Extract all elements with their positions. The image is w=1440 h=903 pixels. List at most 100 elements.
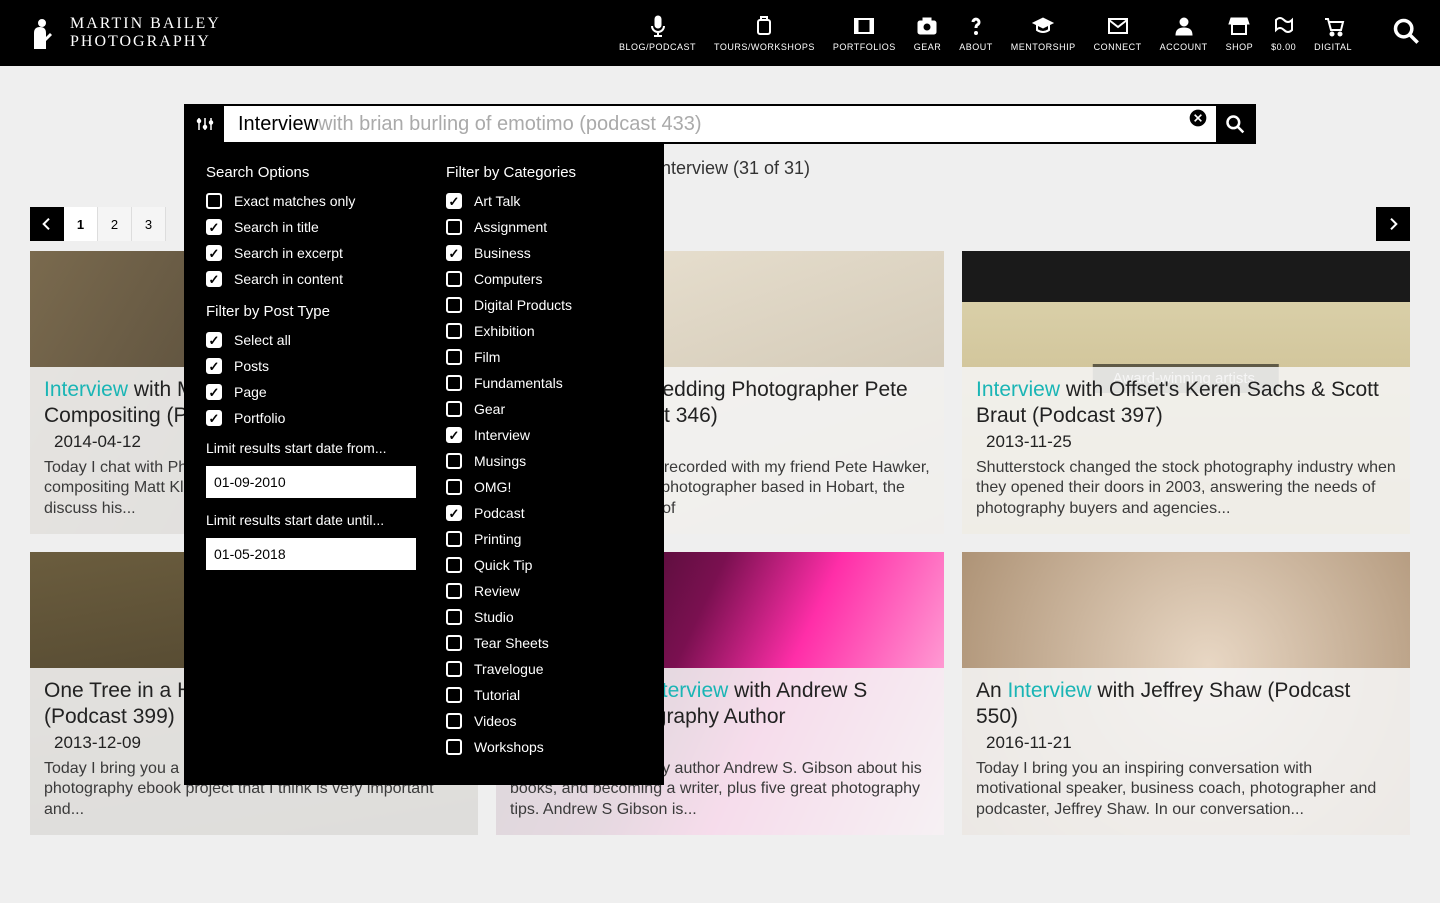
nav-item-about[interactable]: ABOUT — [959, 14, 993, 52]
category-omg-[interactable]: OMG! — [446, 479, 642, 495]
category-musings[interactable]: Musings — [446, 453, 642, 469]
checkbox-icon — [446, 505, 462, 521]
checkbox-icon — [446, 713, 462, 729]
checkbox-icon — [446, 453, 462, 469]
post-type-portfolio[interactable]: Portfolio — [206, 410, 402, 426]
checkbox-icon — [446, 297, 462, 313]
post-type-select-all[interactable]: Select all — [206, 332, 402, 348]
nav-item-label: SHOP — [1226, 42, 1254, 52]
nav-item--0-00[interactable]: $0.00 — [1271, 14, 1296, 52]
mail-icon — [1106, 14, 1130, 38]
search-bar: Interview with brian burling of emotimo … — [184, 104, 1256, 144]
checkbox-label: Assignment — [474, 219, 547, 235]
sliders-icon — [196, 115, 214, 133]
date-from-input[interactable] — [206, 466, 416, 498]
category-tear-sheets[interactable]: Tear Sheets — [446, 635, 642, 651]
checkbox-label: Printing — [474, 531, 521, 547]
checkbox-label: Business — [474, 245, 531, 261]
search-option-exact-matches-only[interactable]: Exact matches only — [206, 193, 402, 209]
checkbox-icon — [446, 635, 462, 651]
nav-item-digital[interactable]: DIGITAL — [1314, 14, 1352, 52]
search-option-search-in-content[interactable]: Search in content — [206, 271, 402, 287]
checkbox-icon — [446, 271, 462, 287]
checkbox-icon — [206, 332, 222, 348]
nav-item-portfolios[interactable]: PORTFOLIOS — [833, 14, 896, 52]
nav-item-tours-workshops[interactable]: TOURS/WORKSHOPS — [714, 14, 815, 52]
nav-item-label: BLOG/PODCAST — [619, 42, 696, 52]
nav-item-shop[interactable]: SHOP — [1226, 14, 1254, 52]
nav-item-blog-podcast[interactable]: BLOG/PODCAST — [619, 14, 696, 52]
checkbox-icon — [446, 349, 462, 365]
category-travelogue[interactable]: Travelogue — [446, 661, 642, 677]
nav-item-gear[interactable]: GEAR — [914, 14, 942, 52]
nav-item-mentorship[interactable]: MENTORSHIP — [1011, 14, 1076, 52]
pagination-page-1[interactable]: 1 — [64, 207, 98, 241]
checkbox-label: Travelogue — [474, 661, 544, 677]
date-until-input[interactable] — [206, 538, 416, 570]
checkbox-label: Videos — [474, 713, 517, 729]
pagination-next-button[interactable] — [1376, 207, 1410, 241]
category-computers[interactable]: Computers — [446, 271, 642, 287]
checkbox-icon — [446, 401, 462, 417]
category-assignment[interactable]: Assignment — [446, 219, 642, 235]
pagination-page-2[interactable]: 2 — [98, 207, 132, 241]
category-exhibition[interactable]: Exhibition — [446, 323, 642, 339]
category-tutorial[interactable]: Tutorial — [446, 687, 642, 703]
site-header: MARTIN BAILEY PHOTOGRAPHY BLOG/PODCAST TO… — [0, 0, 1440, 66]
search-input[interactable]: Interview with brian burling of emotimo … — [224, 106, 1186, 142]
card-title: Interview with Offset's Keren Sachs & Sc… — [976, 377, 1396, 430]
search-typed-text: Interview — [238, 113, 318, 136]
category-interview[interactable]: Interview — [446, 427, 642, 443]
card-title: An Interview with Jeffrey Shaw (Podcast … — [976, 678, 1396, 731]
result-card[interactable]: An Interview with Jeffrey Shaw (Podcast … — [962, 552, 1410, 835]
category-gear[interactable]: Gear — [446, 401, 642, 417]
checkbox-icon — [206, 219, 222, 235]
film-icon — [852, 14, 876, 38]
category-quick-tip[interactable]: Quick Tip — [446, 557, 642, 573]
site-logo[interactable]: MARTIN BAILEY PHOTOGRAPHY — [20, 13, 221, 53]
clear-search-button[interactable] — [1186, 106, 1210, 130]
checkbox-icon — [446, 323, 462, 339]
post-type-page[interactable]: Page — [206, 384, 402, 400]
filter-toggle-button[interactable] — [186, 106, 224, 142]
nav-item-connect[interactable]: CONNECT — [1094, 14, 1142, 52]
checkbox-icon — [446, 479, 462, 495]
post-type-heading: Filter by Post Type — [206, 303, 402, 320]
checkbox-icon — [446, 427, 462, 443]
checkbox-icon — [446, 739, 462, 755]
pagination-prev-button[interactable] — [30, 207, 64, 241]
checkbox-label: Art Talk — [474, 193, 520, 209]
nav-item-label: GEAR — [914, 42, 942, 52]
category-printing[interactable]: Printing — [446, 531, 642, 547]
category-review[interactable]: Review — [446, 583, 642, 599]
checkbox-label: Exact matches only — [234, 193, 355, 209]
logo-text: MARTIN BAILEY PHOTOGRAPHY — [70, 15, 221, 50]
search-submit-button[interactable] — [1216, 106, 1254, 142]
checkbox-icon — [206, 384, 222, 400]
search-option-search-in-title[interactable]: Search in title — [206, 219, 402, 235]
chevron-right-icon — [1385, 216, 1401, 232]
category-videos[interactable]: Videos — [446, 713, 642, 729]
category-studio[interactable]: Studio — [446, 609, 642, 625]
category-fundamentals[interactable]: Fundamentals — [446, 375, 642, 391]
nav-item-label: DIGITAL — [1314, 42, 1352, 52]
category-film[interactable]: Film — [446, 349, 642, 365]
category-workshops[interactable]: Workshops — [446, 739, 642, 755]
pagination-page-3[interactable]: 3 — [132, 207, 166, 241]
search-option-search-in-excerpt[interactable]: Search in excerpt — [206, 245, 402, 261]
category-digital-products[interactable]: Digital Products — [446, 297, 642, 313]
camera-icon — [915, 14, 939, 38]
checkbox-label: Gear — [474, 401, 505, 417]
store-icon — [1227, 14, 1251, 38]
category-podcast[interactable]: Podcast — [446, 505, 642, 521]
category-business[interactable]: Business — [446, 245, 642, 261]
checkbox-label: Studio — [474, 609, 514, 625]
nav-item-account[interactable]: ACCOUNT — [1160, 14, 1208, 52]
checkbox-icon — [446, 219, 462, 235]
category-art-talk[interactable]: Art Talk — [446, 193, 642, 209]
result-card[interactable]: Award-winning artists.Interview with Off… — [962, 251, 1410, 534]
post-type-posts[interactable]: Posts — [206, 358, 402, 374]
header-search-button[interactable] — [1392, 17, 1420, 50]
checkbox-label: Musings — [474, 453, 526, 469]
checkbox-label: Review — [474, 583, 520, 599]
